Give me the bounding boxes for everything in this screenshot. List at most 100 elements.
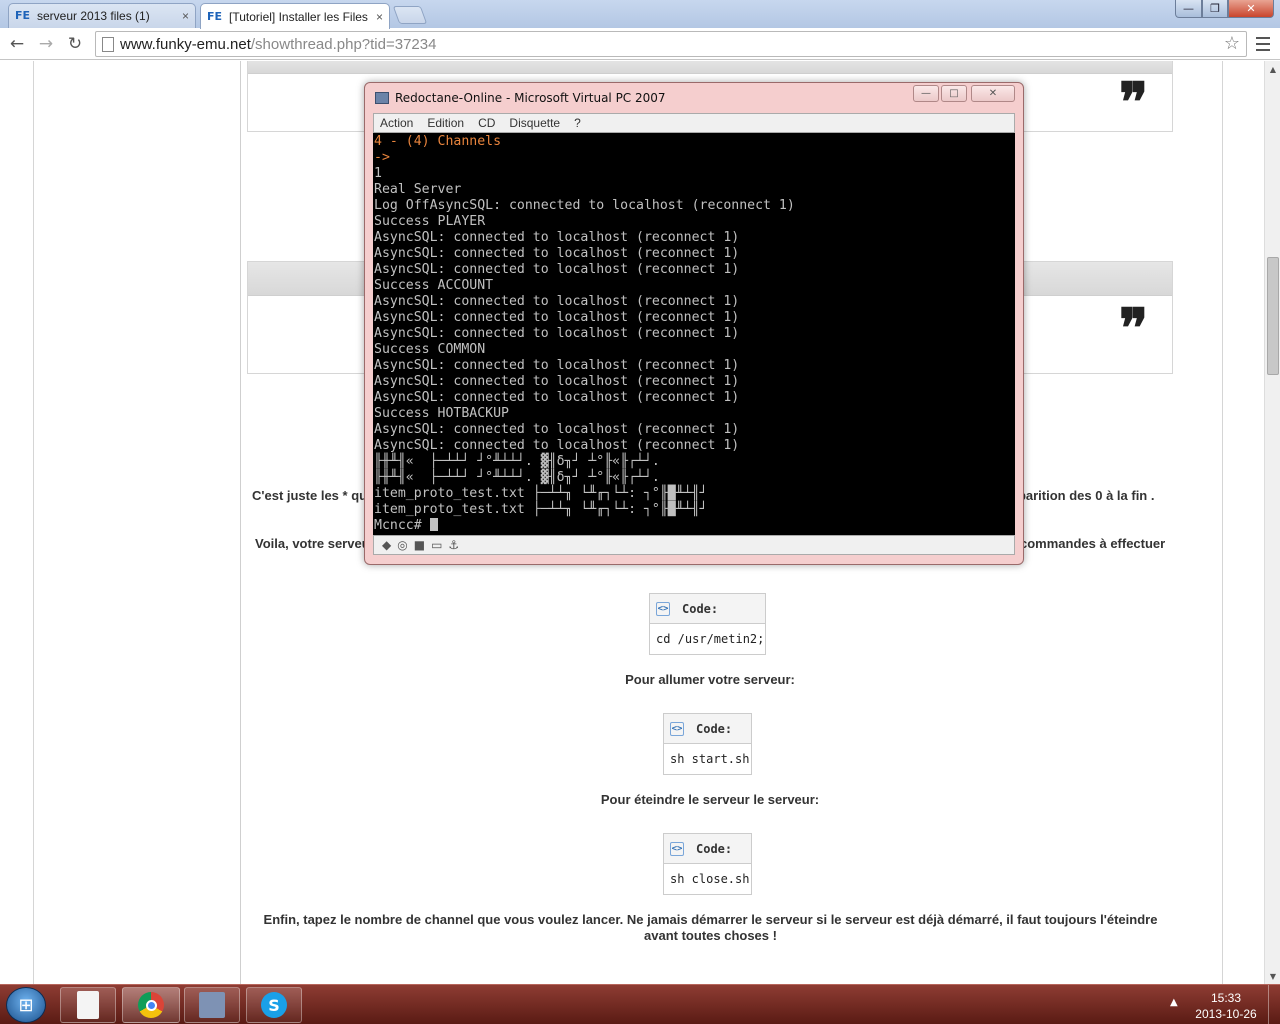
browser-toolbar: ← → ↻ www.funky-emu.net/showthread.php?t…: [0, 28, 1280, 60]
label-stop-server: Pour éteindre le serveur le serveur:: [600, 792, 820, 807]
tab-tutoriel[interactable]: FE [Tutoriel] Installer les Files ×: [200, 3, 390, 29]
vpc-minimize-button[interactable]: —: [913, 85, 939, 102]
taskbar-virtual-pc[interactable]: [184, 987, 240, 1023]
code-block-cd: <> Code: cd /usr/metin2;: [649, 593, 766, 655]
console-line: 4 - (4) Channels: [374, 134, 502, 149]
menu-cd[interactable]: CD: [478, 116, 495, 130]
console-line: 1: [374, 166, 382, 181]
url-host: www.funky-emu.net: [120, 36, 251, 53]
page-icon: [102, 37, 114, 52]
paragraph-2-end: commandes à effectuer: [1020, 536, 1166, 551]
skype-icon: S: [261, 992, 287, 1018]
floppy-drive-icon[interactable]: ■: [414, 538, 425, 552]
close-tab-icon[interactable]: ×: [376, 10, 383, 24]
forward-button[interactable]: →: [35, 33, 57, 55]
console-line: Success ACCOUNT: [374, 278, 494, 293]
vpc-status-bar: ◆ ◎ ■ ▭ ⚓: [373, 535, 1015, 555]
virtual-pc-window[interactable]: Redoctane-Online - Microsoft Virtual PC …: [364, 82, 1024, 565]
code-header: <> Code:: [664, 834, 751, 864]
menu-action[interactable]: Action: [380, 116, 413, 130]
cd-drive-icon[interactable]: ◎: [397, 538, 407, 552]
code-icon: <>: [670, 841, 684, 856]
console-cursor: [429, 518, 438, 531]
shared-folder-icon[interactable]: ▭: [431, 538, 442, 552]
console-line: AsyncSQL: connected to localhost (reconn…: [374, 390, 740, 405]
address-bar[interactable]: www.funky-emu.net/showthread.php?tid=372…: [95, 31, 1247, 57]
menu-help[interactable]: ?: [574, 116, 581, 130]
usb-icon[interactable]: ⚓: [448, 538, 459, 552]
tab-strip: FE serveur 2013 files (1) × FE [Tutoriel…: [0, 0, 1280, 29]
quote-header: [248, 61, 1172, 74]
virtual-pc-app-icon: [375, 92, 389, 104]
paragraph-1-end: pparition des 0 à la fin .: [1010, 488, 1155, 503]
console-line: AsyncSQL: connected to localhost (reconn…: [374, 230, 740, 245]
console-line: AsyncSQL: connected to localhost (reconn…: [374, 438, 740, 453]
label-start-server: Pour allumer votre serveur:: [625, 672, 795, 687]
show-hidden-icons-button[interactable]: ▲: [1170, 997, 1178, 1008]
scroll-down-icon[interactable]: ▼: [1265, 968, 1280, 984]
final-paragraph: Enfin, tapez le nombre de channel que vo…: [263, 912, 1158, 943]
reload-button[interactable]: ↻: [64, 33, 86, 55]
code-block-close: <> Code: sh close.sh: [663, 833, 752, 895]
console-prompt: Mcncc#: [374, 518, 430, 533]
console-line: Success HOTBACKUP: [374, 406, 509, 421]
scroll-up-icon[interactable]: ▲: [1265, 61, 1280, 77]
code-header: <> Code:: [664, 714, 751, 744]
page-scrollbar[interactable]: ▲ ▼: [1264, 61, 1280, 984]
chrome-icon: [138, 992, 164, 1018]
start-button[interactable]: ⊞: [6, 987, 46, 1023]
close-tab-icon[interactable]: ×: [182, 9, 189, 23]
console-line: AsyncSQL: connected to localhost (reconn…: [374, 310, 740, 325]
console-line: Success COMMON: [374, 342, 486, 357]
quote-mark-icon: ❞: [1118, 70, 1148, 134]
console-line: ╟╫╨╢« ├─┴┴┘ ┘°╨┴┴┘. ▓╢δ╖┘ ┴°╟«╟┌┴┘.: [374, 470, 660, 485]
code-text[interactable]: sh start.sh: [664, 744, 751, 774]
clock-date: 2013-10-26: [1195, 1007, 1257, 1021]
chrome-menu-button[interactable]: [1252, 33, 1274, 55]
code-label: Code:: [696, 841, 733, 856]
new-tab-button[interactable]: [392, 6, 428, 24]
console-line: AsyncSQL: connected to localhost (reconn…: [374, 294, 740, 309]
vpc-close-button[interactable]: ✕: [971, 85, 1015, 102]
vpc-maximize-button[interactable]: □: [941, 85, 967, 102]
taskbar-file-explorer[interactable]: [60, 987, 116, 1023]
funky-emu-favicon-icon: FE: [207, 9, 223, 23]
console-line: ->: [374, 150, 390, 165]
console-line: AsyncSQL: connected to localhost (reconn…: [374, 358, 740, 373]
taskbar-skype[interactable]: S: [246, 987, 302, 1023]
console-prompt-line[interactable]: Mcncc#: [374, 518, 1014, 534]
code-label: Code:: [696, 721, 733, 736]
system-clock[interactable]: 15:33 2013-10-26: [1188, 990, 1264, 1022]
window-maximize-button[interactable]: ❐: [1202, 0, 1228, 18]
tab-title: [Tutoriel] Installer les Files: [229, 9, 368, 24]
document-icon: [77, 991, 99, 1019]
virtual-pc-title: Redoctane-Online - Microsoft Virtual PC …: [395, 91, 666, 105]
menu-disquette[interactable]: Disquette: [509, 116, 560, 130]
url-path: /showthread.php?tid=37234: [250, 36, 437, 53]
console-line: AsyncSQL: connected to localhost (reconn…: [374, 246, 740, 261]
network-icon[interactable]: ◆: [382, 538, 391, 552]
console-line: AsyncSQL: connected to localhost (reconn…: [374, 262, 740, 277]
vm-console[interactable]: 4 - (4) Channels -> 1 Real Server Log OffAsy…: [373, 133, 1015, 535]
taskbar-chrome[interactable]: [122, 987, 180, 1023]
code-label: Code:: [682, 601, 719, 616]
code-header: <> Code:: [650, 594, 765, 624]
code-text[interactable]: cd /usr/metin2;: [650, 624, 765, 654]
back-button[interactable]: ←: [6, 33, 28, 55]
virtual-pc-icon: [199, 992, 225, 1018]
tab-serveur-files[interactable]: FE serveur 2013 files (1) ×: [8, 3, 196, 28]
vpc-menu-bar: Action Edition CD Disquette ?: [373, 113, 1015, 133]
bookmark-star-icon[interactable]: ☆: [1224, 33, 1240, 54]
console-line: Real Server: [374, 182, 462, 197]
scrollbar-thumb[interactable]: [1267, 257, 1279, 375]
console-line: Success PLAYER: [374, 214, 486, 229]
clock-time: 15:33: [1210, 991, 1242, 1005]
menu-edition[interactable]: Edition: [427, 116, 464, 130]
window-minimize-button[interactable]: —: [1175, 0, 1202, 18]
console-line: AsyncSQL: connected to localhost (reconn…: [374, 422, 740, 437]
show-desktop-button[interactable]: [1268, 985, 1280, 1024]
windows-taskbar: ⊞ S ▲ 15:33 2013-10-26: [0, 984, 1280, 1024]
window-close-button[interactable]: ✕: [1228, 0, 1274, 18]
code-text[interactable]: sh close.sh: [664, 864, 751, 894]
console-line: ╟╫╨╢« ├─┴┴┘ ┘°╨┴┴┘. ▓╢δ╖┘ ┴°╟«╟┌┴┘.: [374, 454, 660, 469]
